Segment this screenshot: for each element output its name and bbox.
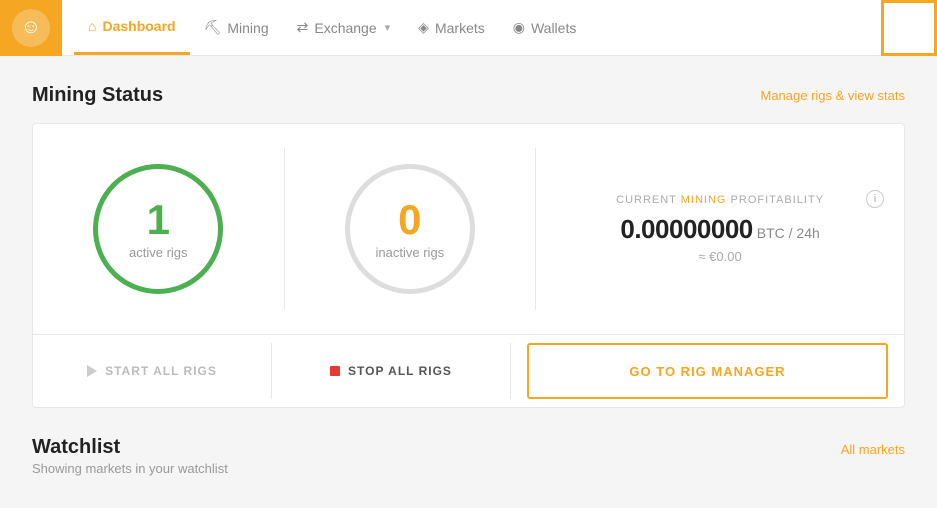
profitability-panel: i CURRENT MINING PROFITABILITY 0.0000000… xyxy=(536,178,904,280)
watchlist-info: Watchlist Showing markets in your watchl… xyxy=(32,436,228,476)
mining-card-actions: START ALL RIGS STOP ALL RIGS GO TO RIG M… xyxy=(33,335,904,407)
watchlist-subtitle: Showing markets in your watchlist xyxy=(32,461,228,476)
active-rigs-count: 1 xyxy=(147,199,170,241)
logo-icon: ☺ xyxy=(12,9,50,47)
inactive-rigs-label: inactive rigs xyxy=(376,245,445,260)
nav-item-markets[interactable]: ◈ Markets xyxy=(404,0,499,55)
mining-status-header: Mining Status Manage rigs & view stats xyxy=(32,84,905,107)
wallets-icon: ◉ xyxy=(513,19,525,36)
manage-rigs-link[interactable]: Manage rigs & view stats xyxy=(760,88,905,103)
nav-label-markets: Markets xyxy=(435,20,485,36)
profitability-label: CURRENT MINING PROFITABILITY xyxy=(616,194,824,206)
play-icon xyxy=(87,365,97,377)
mining-icon: ⛏ xyxy=(204,19,222,36)
start-all-rigs-button[interactable]: START ALL RIGS xyxy=(33,343,272,399)
rig-manager-label: GO TO RIG MANAGER xyxy=(629,364,785,379)
stop-all-label: STOP ALL RIGS xyxy=(348,364,452,378)
stop-icon xyxy=(330,366,340,376)
watchlist-header: Watchlist Showing markets in your watchl… xyxy=(32,436,905,476)
inactive-rigs-circle: 0 inactive rigs xyxy=(345,164,475,294)
active-rigs-stat: 1 active rigs xyxy=(33,148,285,310)
mining-status-title: Mining Status xyxy=(32,84,163,107)
nav-label-wallets: Wallets xyxy=(531,20,576,36)
stop-all-rigs-button[interactable]: STOP ALL RIGS xyxy=(272,343,511,399)
profitability-value-row: 0.00000000 BTC / 24h xyxy=(620,214,819,245)
eur-value: ≈ €0.00 xyxy=(698,249,741,264)
start-all-label: START ALL RIGS xyxy=(105,364,217,378)
header: ☺ ⌂ Dashboard ⛏ Mining ⇄ Exchange ▾ ◈ Ma… xyxy=(0,0,937,56)
nav-label-mining: Mining xyxy=(227,20,268,36)
mining-status-card: 1 active rigs 0 inactive rigs i CURRENT … xyxy=(32,123,905,408)
nav-item-exchange[interactable]: ⇄ Exchange ▾ xyxy=(283,0,405,55)
inactive-rigs-stat: 0 inactive rigs xyxy=(285,148,537,310)
btc-unit: BTC / 24h xyxy=(757,225,820,241)
nav-label-dashboard: Dashboard xyxy=(102,18,175,34)
exchange-icon: ⇄ xyxy=(297,19,309,36)
chevron-down-icon: ▾ xyxy=(385,21,391,34)
all-markets-link[interactable]: All markets xyxy=(841,442,905,457)
nav-item-mining[interactable]: ⛏ Mining xyxy=(190,0,283,55)
go-to-rig-manager-button[interactable]: GO TO RIG MANAGER xyxy=(527,343,888,399)
logo-area: ☺ xyxy=(0,0,62,56)
watchlist-title: Watchlist xyxy=(32,436,228,459)
nav-item-wallets[interactable]: ◉ Wallets xyxy=(499,0,591,55)
markets-icon: ◈ xyxy=(418,19,429,36)
logo-symbol: ☺ xyxy=(21,16,41,39)
inactive-rigs-count: 0 xyxy=(398,199,421,241)
main-nav: ⌂ Dashboard ⛏ Mining ⇄ Exchange ▾ ◈ Mark… xyxy=(62,0,881,55)
active-rigs-circle: 1 active rigs xyxy=(93,164,223,294)
main-content: Mining Status Manage rigs & view stats 1… xyxy=(0,56,937,508)
nav-label-exchange: Exchange xyxy=(314,20,376,36)
mining-card-body: 1 active rigs 0 inactive rigs i CURRENT … xyxy=(33,124,904,335)
info-icon[interactable]: i xyxy=(866,190,884,208)
btc-value: 0.00000000 xyxy=(620,214,752,244)
nav-item-dashboard[interactable]: ⌂ Dashboard xyxy=(74,0,190,55)
dashboard-icon: ⌂ xyxy=(88,18,96,34)
active-rigs-label: active rigs xyxy=(129,245,188,260)
header-right-button[interactable] xyxy=(881,0,937,56)
